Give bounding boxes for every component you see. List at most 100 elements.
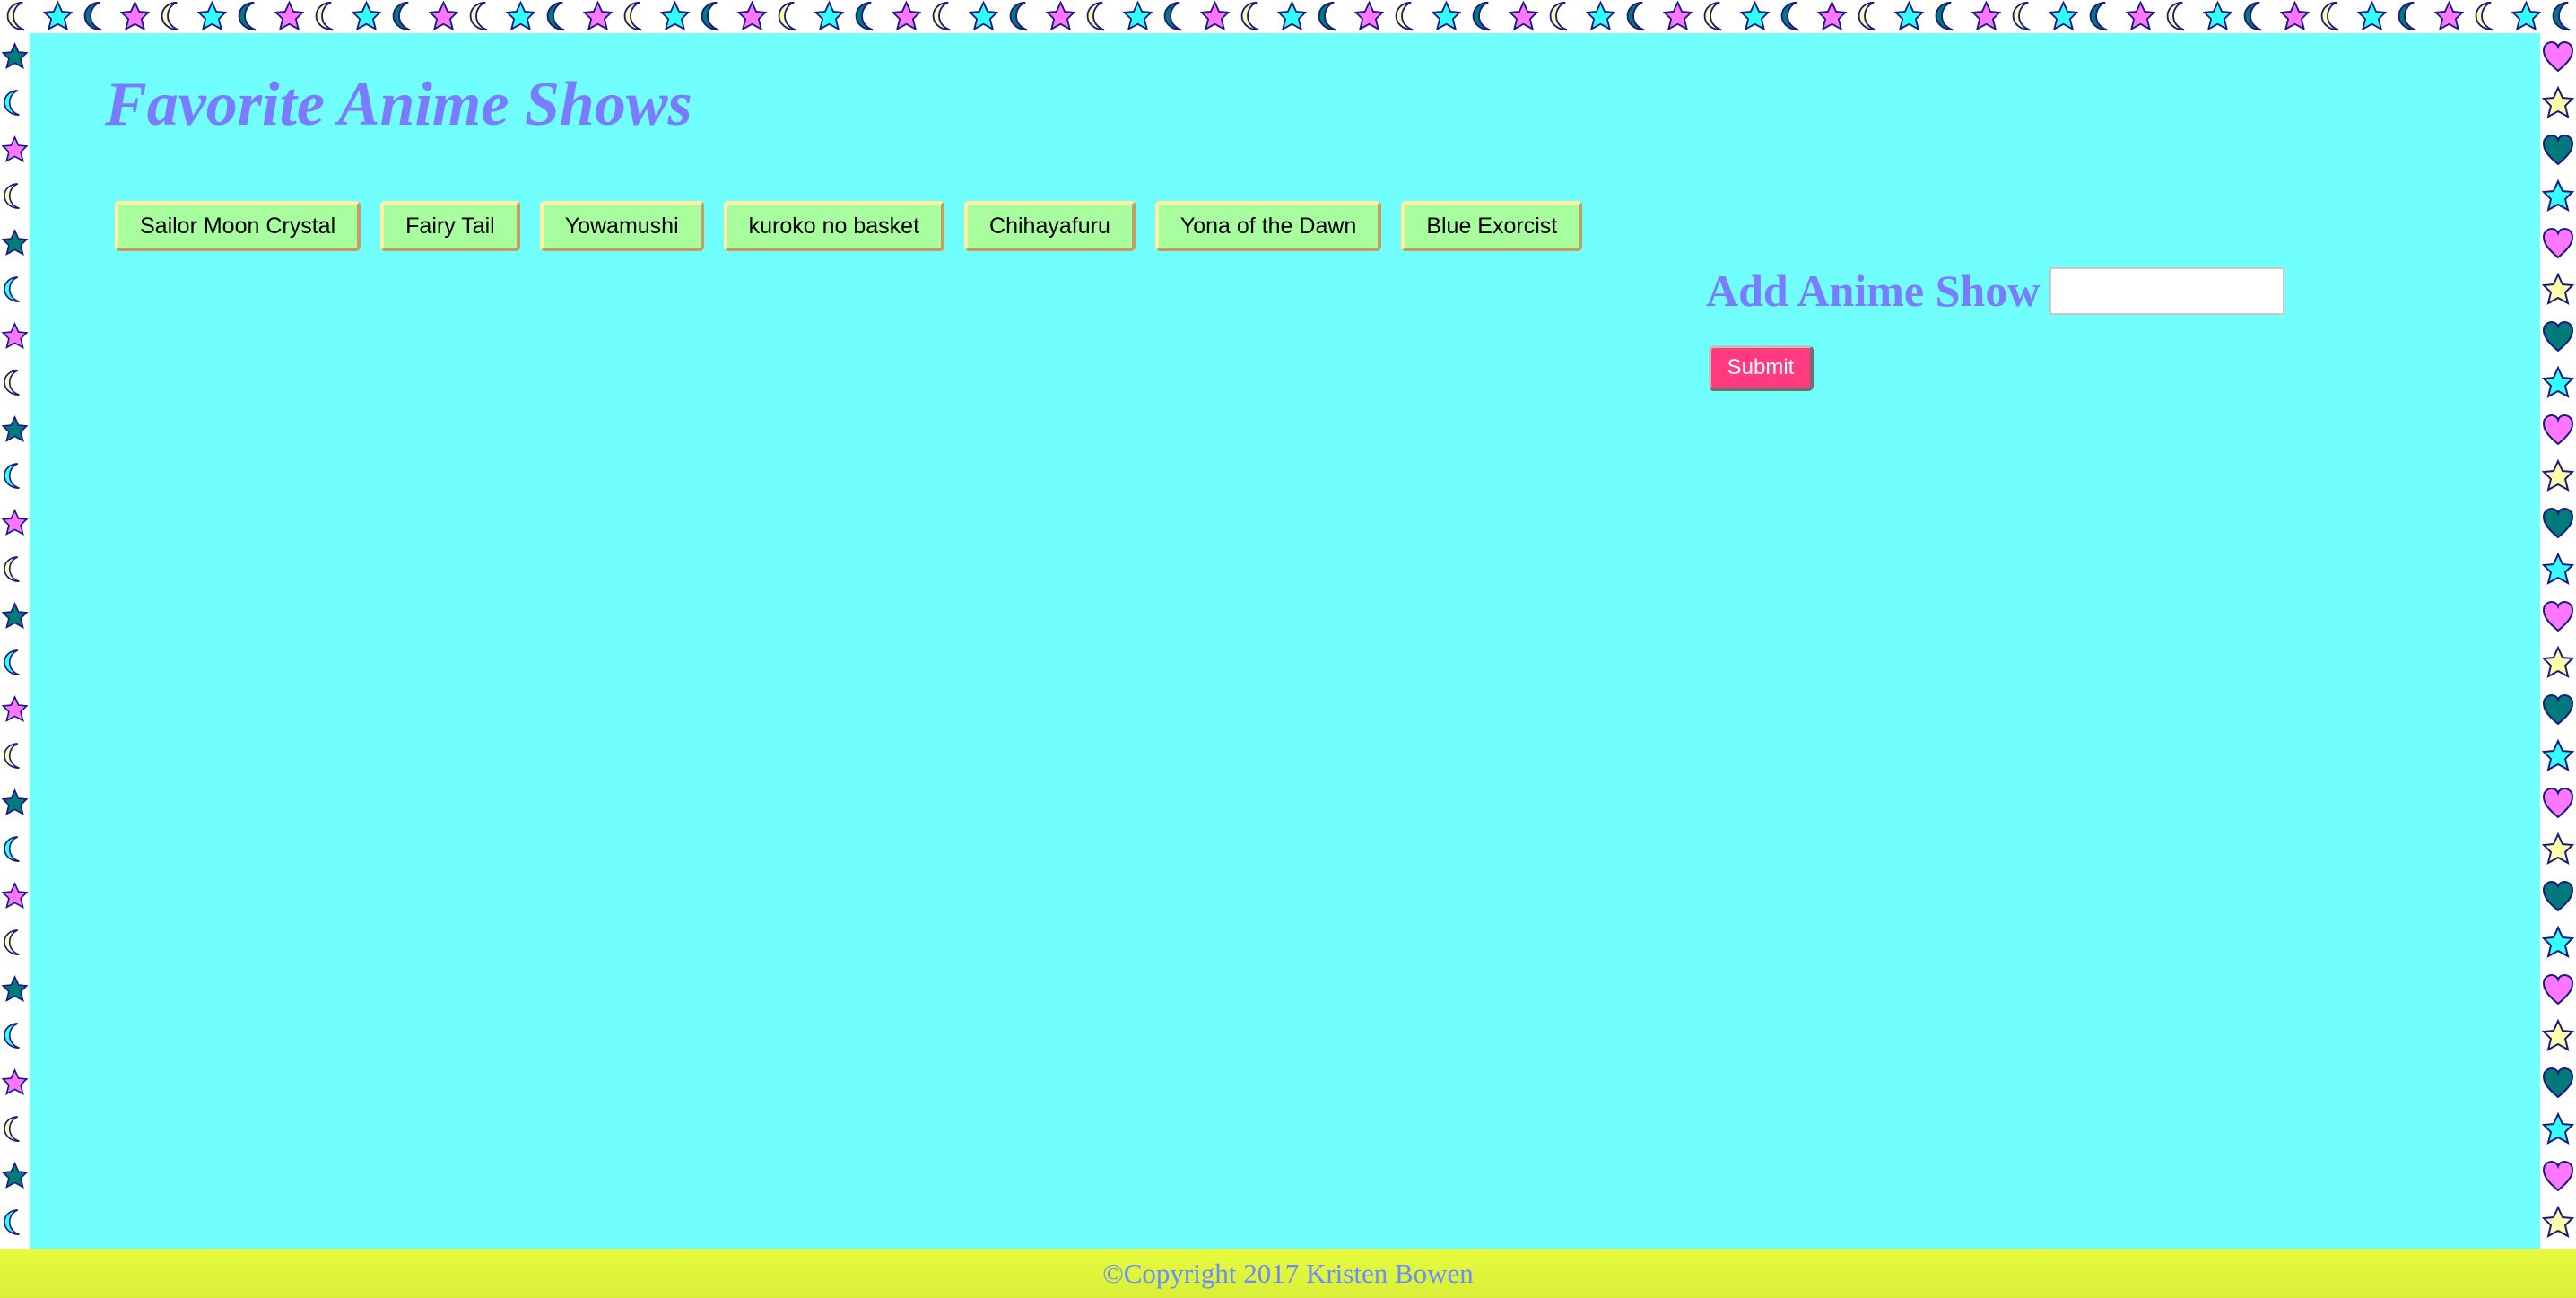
star-icon bbox=[1, 694, 29, 723]
moon-icon bbox=[238, 1, 257, 31]
decorative-border-right bbox=[2540, 33, 2576, 1249]
show-button[interactable]: kuroko no basket bbox=[723, 201, 945, 251]
moon-icon bbox=[1240, 1, 1259, 31]
star-icon bbox=[351, 0, 382, 31]
moon-icon bbox=[4, 649, 20, 676]
star-icon bbox=[196, 0, 228, 31]
star-icon bbox=[1276, 0, 1308, 31]
star-icon bbox=[1662, 0, 1693, 31]
show-button[interactable]: Yona of the Dawn bbox=[1154, 201, 1382, 251]
star-icon bbox=[2541, 179, 2575, 212]
star-icon bbox=[2356, 0, 2388, 31]
heart-icon bbox=[2542, 40, 2574, 73]
star-icon bbox=[428, 0, 459, 31]
star-icon bbox=[2541, 1205, 2575, 1238]
show-button[interactable]: Fairy Tail bbox=[380, 201, 520, 251]
star-icon bbox=[2433, 0, 2465, 31]
add-show-form: Add Anime Show bbox=[1706, 265, 2284, 317]
star-icon bbox=[2541, 85, 2575, 118]
moon-icon bbox=[4, 743, 20, 770]
show-button[interactable]: Blue Exorcist bbox=[1401, 201, 1583, 251]
star-icon bbox=[2541, 1111, 2575, 1145]
moon-icon bbox=[1086, 1, 1105, 31]
moon-icon bbox=[623, 1, 642, 31]
heart-icon bbox=[2542, 973, 2574, 1006]
star-icon bbox=[1, 788, 29, 816]
moon-icon bbox=[1472, 1, 1491, 31]
moon-icon bbox=[4, 90, 20, 117]
show-button[interactable]: Chihayafuru bbox=[964, 201, 1136, 251]
heart-icon bbox=[2542, 600, 2574, 632]
star-icon bbox=[1508, 0, 1539, 31]
star-icon bbox=[505, 0, 536, 31]
star-icon bbox=[1431, 0, 1462, 31]
moon-icon bbox=[855, 1, 874, 31]
star-icon bbox=[1, 1161, 29, 1189]
moon-icon bbox=[4, 276, 20, 303]
star-icon bbox=[1, 601, 29, 630]
star-icon bbox=[1045, 0, 1076, 31]
moon-icon bbox=[2166, 1, 2185, 31]
star-icon bbox=[582, 0, 614, 31]
star-icon bbox=[2541, 738, 2575, 771]
moon-icon bbox=[4, 836, 20, 863]
moon-icon bbox=[932, 1, 951, 31]
moon-icon bbox=[701, 1, 719, 31]
moon-icon bbox=[6, 1, 25, 31]
moon-icon bbox=[2398, 1, 2416, 31]
star-icon bbox=[2202, 0, 2233, 31]
moon-icon bbox=[392, 1, 411, 31]
star-icon bbox=[1199, 0, 1231, 31]
show-button[interactable]: Sailor Moon Crystal bbox=[115, 201, 361, 251]
star-icon bbox=[1816, 0, 1848, 31]
moon-icon bbox=[469, 1, 488, 31]
heart-icon bbox=[2542, 414, 2574, 446]
add-show-label: Add Anime Show bbox=[1706, 266, 2041, 316]
star-icon bbox=[1122, 0, 1153, 31]
star-icon bbox=[2511, 0, 2542, 31]
moon-icon bbox=[1395, 1, 1414, 31]
moon-icon bbox=[2089, 1, 2108, 31]
moon-icon bbox=[4, 1023, 20, 1050]
show-button[interactable]: Yowamushi bbox=[539, 201, 704, 251]
decorative-border-top bbox=[0, 0, 2576, 33]
star-icon bbox=[2541, 365, 2575, 398]
star-icon bbox=[1, 41, 29, 70]
star-icon bbox=[2541, 552, 2575, 585]
moon-icon bbox=[315, 1, 334, 31]
star-icon bbox=[2048, 0, 2079, 31]
star-icon bbox=[2125, 0, 2156, 31]
moon-icon bbox=[1626, 1, 1645, 31]
moon-icon bbox=[2320, 1, 2339, 31]
moon-icon bbox=[161, 1, 179, 31]
star-icon bbox=[1, 881, 29, 910]
heart-icon bbox=[2542, 227, 2574, 259]
moon-icon bbox=[4, 929, 20, 956]
moon-icon bbox=[1703, 1, 1722, 31]
star-icon bbox=[1, 135, 29, 163]
star-icon bbox=[736, 0, 768, 31]
star-icon bbox=[1353, 0, 1385, 31]
show-name-input[interactable] bbox=[2049, 266, 2284, 315]
moon-icon bbox=[1549, 1, 1568, 31]
star-icon bbox=[1893, 0, 1925, 31]
moon-icon bbox=[4, 463, 20, 490]
moon-icon bbox=[1935, 1, 1954, 31]
moon-icon bbox=[4, 183, 20, 210]
submit-button[interactable]: Submit bbox=[1709, 345, 1814, 391]
moon-icon bbox=[778, 1, 796, 31]
star-icon bbox=[2541, 272, 2575, 305]
heart-icon bbox=[2542, 693, 2574, 726]
star-icon bbox=[1, 974, 29, 1003]
heart-icon bbox=[2542, 787, 2574, 819]
star-icon bbox=[1, 414, 29, 443]
heart-icon bbox=[2542, 1067, 2574, 1099]
moon-icon bbox=[2243, 1, 2262, 31]
star-icon bbox=[2279, 0, 2311, 31]
main-content: Favorite Anime Shows Sailor Moon Crystal… bbox=[30, 33, 2540, 1249]
decorative-border-left bbox=[0, 33, 30, 1249]
moon-icon bbox=[2012, 1, 2031, 31]
star-icon bbox=[1971, 0, 2002, 31]
moon-icon bbox=[1163, 1, 1182, 31]
star-icon bbox=[1739, 0, 1771, 31]
